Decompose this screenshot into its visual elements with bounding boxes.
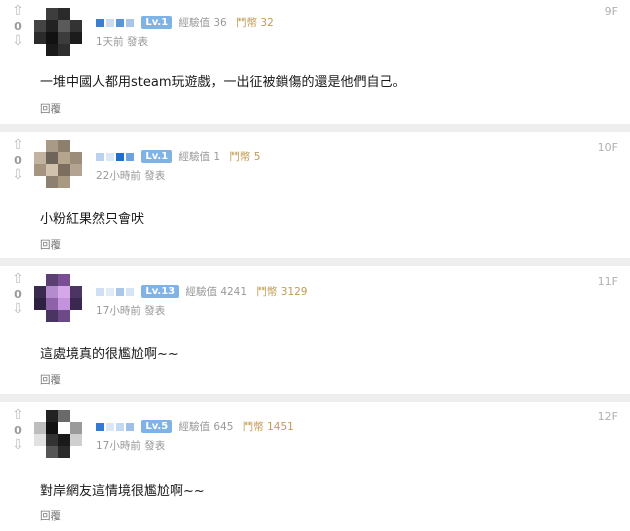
coin-value: 鬥幣 5 xyxy=(229,151,261,163)
avatar[interactable] xyxy=(34,140,82,188)
comment-item: ⇧ 0 ⇩ Lv.13 經驗值 4241 鬥幣 3129 17小時前 發表 11… xyxy=(0,266,630,394)
downvote-arrow-icon[interactable]: ⇩ xyxy=(8,438,28,454)
floor-number: 12F xyxy=(597,410,618,423)
experience-value: 經驗值 1 xyxy=(178,151,221,163)
reply-button[interactable]: 回覆 xyxy=(40,237,61,252)
vote-count: 0 xyxy=(14,154,22,167)
post-time: 17小時前 發表 xyxy=(96,305,166,317)
downvote-arrow-icon[interactable]: ⇩ xyxy=(8,34,28,50)
vote-count: 0 xyxy=(14,20,22,33)
comment-separator xyxy=(0,258,630,266)
post-time: 17小時前 發表 xyxy=(96,440,166,452)
experience-value: 經驗值 645 xyxy=(178,421,234,433)
coin-value: 鬥幣 32 xyxy=(236,17,274,29)
username-blurred[interactable] xyxy=(96,18,136,28)
comment-text: 對岸網友這情境很尷尬啊~~ xyxy=(40,484,205,499)
comment-text: 小粉紅果然只會吠 xyxy=(40,212,145,227)
post-time: 1天前 發表 xyxy=(96,36,149,48)
vote-count: 0 xyxy=(14,424,22,437)
floor-number: 10F xyxy=(597,141,618,154)
vote-column: ⇧ 0 ⇩ xyxy=(8,4,28,50)
floor-number: 11F xyxy=(597,275,618,288)
upvote-arrow-icon[interactable]: ⇧ xyxy=(8,408,28,424)
comment-thread: ⇧ 0 ⇩ Lv.1 經驗值 36 鬥幣 32 1天前 發表 9F 一堆中國人都… xyxy=(0,0,630,531)
floor-number: 9F xyxy=(604,5,618,18)
username-blurred[interactable] xyxy=(96,152,136,162)
avatar[interactable] xyxy=(34,274,82,322)
comment-meta: Lv.5 經驗值 645 鬥幣 1451 xyxy=(96,419,300,435)
coin-value: 鬥幣 3129 xyxy=(256,286,308,298)
reply-button[interactable]: 回覆 xyxy=(40,101,61,116)
level-badge: Lv.1 xyxy=(141,16,173,29)
vote-count: 0 xyxy=(14,288,22,301)
avatar[interactable] xyxy=(34,410,82,458)
vote-column: ⇧ 0 ⇩ xyxy=(8,272,28,318)
upvote-arrow-icon[interactable]: ⇧ xyxy=(8,138,28,154)
level-badge: Lv.13 xyxy=(141,285,180,298)
comment-item: ⇧ 0 ⇩ Lv.1 經驗值 1 鬥幣 5 22小時前 發表 10F 小粉紅果然… xyxy=(0,132,630,258)
downvote-arrow-icon[interactable]: ⇩ xyxy=(8,168,28,184)
username-blurred[interactable] xyxy=(96,287,136,297)
level-badge: Lv.5 xyxy=(141,420,173,433)
reply-button[interactable]: 回覆 xyxy=(40,372,61,387)
avatar[interactable] xyxy=(34,8,82,56)
experience-value: 經驗值 4241 xyxy=(185,286,248,298)
comment-separator xyxy=(0,394,630,402)
comment-item: ⇧ 0 ⇩ Lv.1 經驗值 36 鬥幣 32 1天前 發表 9F 一堆中國人都… xyxy=(0,0,630,124)
comment-text: 這處境真的很尷尬啊~~ xyxy=(40,347,179,362)
downvote-arrow-icon[interactable]: ⇩ xyxy=(8,302,28,318)
post-time: 22小時前 發表 xyxy=(96,170,166,182)
coin-value: 鬥幣 1451 xyxy=(242,421,294,433)
comment-meta: Lv.1 經驗值 1 鬥幣 5 xyxy=(96,149,266,165)
vote-column: ⇧ 0 ⇩ xyxy=(8,408,28,454)
comment-meta: Lv.13 經驗值 4241 鬥幣 3129 xyxy=(96,284,313,300)
comment-meta: Lv.1 經驗值 36 鬥幣 32 xyxy=(96,15,280,31)
comment-separator xyxy=(0,124,630,132)
comment-item: ⇧ 0 ⇩ Lv.5 經驗值 645 鬥幣 1451 17小時前 發表 12F … xyxy=(0,402,630,531)
reply-button[interactable]: 回覆 xyxy=(40,508,61,523)
level-badge: Lv.1 xyxy=(141,150,173,163)
upvote-arrow-icon[interactable]: ⇧ xyxy=(8,4,28,20)
experience-value: 經驗值 36 xyxy=(178,17,227,29)
vote-column: ⇧ 0 ⇩ xyxy=(8,138,28,184)
upvote-arrow-icon[interactable]: ⇧ xyxy=(8,272,28,288)
comment-text: 一堆中國人都用steam玩遊戲，一出征被鎖傷的還是他們自己。 xyxy=(40,75,406,90)
username-blurred[interactable] xyxy=(96,422,136,432)
